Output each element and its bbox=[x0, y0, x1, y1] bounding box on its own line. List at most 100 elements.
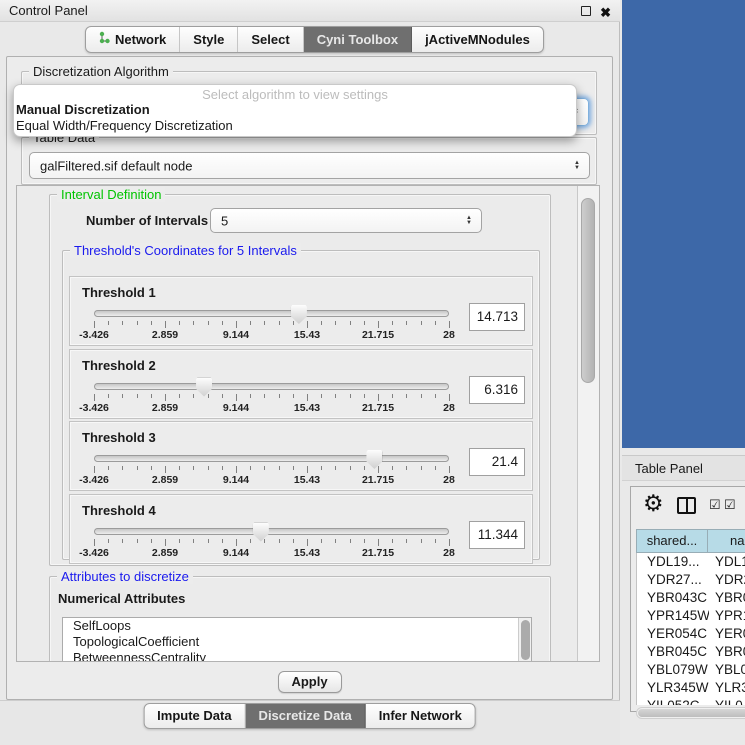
cell-name[interactable]: YIL0 bbox=[709, 697, 745, 705]
threshold-panel: Threshold 1 -3.4262.8599.14415.4321.7152… bbox=[69, 276, 533, 346]
cell-shared-name[interactable]: YIL052C bbox=[637, 697, 709, 705]
table-row[interactable]: YDR27...YDR2 bbox=[637, 571, 745, 589]
cell-shared-name[interactable]: YBR045C bbox=[637, 643, 709, 661]
tab-label: Style bbox=[193, 32, 224, 47]
columns-icon[interactable] bbox=[677, 497, 696, 514]
table-horizontal-scrollbar[interactable] bbox=[636, 707, 745, 719]
tab-jactivemnodules[interactable]: jActiveMNodules bbox=[412, 27, 543, 52]
table-header-shared[interactable]: shared... bbox=[636, 529, 708, 553]
tab-infer-network[interactable]: Infer Network bbox=[366, 704, 475, 728]
table-row[interactable]: YIL052CYIL0 bbox=[637, 697, 745, 705]
tick-label: 15.43 bbox=[294, 329, 320, 341]
threshold-slider-track[interactable] bbox=[94, 528, 449, 535]
num-intervals-combobox[interactable]: 5 ▲▼ bbox=[210, 208, 482, 233]
table-row[interactable]: YPR145WYPR1 bbox=[637, 607, 745, 625]
interval-definition-group: Interval Definition Number of Intervals … bbox=[49, 194, 551, 566]
table-panel-titlebar: Table Panel bbox=[622, 455, 745, 481]
cell-name[interactable]: YBL0 bbox=[709, 661, 745, 679]
cell-shared-name[interactable]: YPR145W bbox=[637, 607, 709, 625]
settings-scrollbar-thumb[interactable] bbox=[581, 198, 595, 383]
threshold-value-field[interactable]: 6.316 bbox=[469, 376, 525, 404]
threshold-value-field[interactable]: 21.4 bbox=[469, 448, 525, 476]
cell-shared-name[interactable]: YER054C bbox=[637, 625, 709, 643]
table-row[interactable]: YBR043CYBR0 bbox=[637, 589, 745, 607]
table-data-value: galFiltered.sif default node bbox=[40, 158, 192, 173]
table-header-name[interactable]: na bbox=[708, 529, 745, 553]
tick-label: 9.144 bbox=[223, 547, 249, 559]
tab-network[interactable]: Network bbox=[86, 27, 180, 52]
close-icon[interactable]: ✖ bbox=[600, 2, 611, 24]
table-row[interactable]: YLR345WYLR3 bbox=[637, 679, 745, 697]
cell-shared-name[interactable]: YDL19... bbox=[637, 553, 709, 571]
tab-discretize-data[interactable]: Discretize Data bbox=[246, 704, 366, 728]
threshold-value-field[interactable]: 14.713 bbox=[469, 303, 525, 331]
cell-shared-name[interactable]: YBR043C bbox=[637, 589, 709, 607]
tab-label: Infer Network bbox=[379, 708, 462, 723]
table-row[interactable]: YDL19...YDL1 bbox=[637, 553, 745, 571]
tab-label: Impute Data bbox=[157, 708, 231, 723]
algorithm-placeholder: Select algorithm to view settings bbox=[14, 87, 576, 102]
threshold-slider-track[interactable] bbox=[94, 455, 449, 462]
cell-name[interactable]: YDR2 bbox=[709, 571, 745, 589]
table-row[interactable]: YBR045CYBR0 bbox=[637, 643, 745, 661]
algorithm-option[interactable]: Equal Width/Frequency Discretization bbox=[16, 118, 233, 134]
restore-icon[interactable] bbox=[581, 6, 591, 16]
threshold-slider-ticks bbox=[94, 539, 449, 547]
numerical-attributes-list[interactable]: SelfLoopsTopologicalCoefficientBetweenne… bbox=[62, 617, 532, 662]
tick-label: 9.144 bbox=[223, 329, 249, 341]
tab-style[interactable]: Style bbox=[180, 27, 238, 52]
cell-name[interactable]: YBR0 bbox=[709, 643, 745, 661]
network-view-frame: GAL80GGAL11CGAL4GCY1HHAP2 bbox=[622, 0, 745, 448]
table-scrollbar-thumb[interactable] bbox=[638, 709, 745, 717]
cell-shared-name[interactable]: YLR345W bbox=[637, 679, 709, 697]
table-row[interactable]: YBL079WYBL0 bbox=[637, 661, 745, 679]
top-tab-bar: Network Style Select Cyni ToolboxjActiveMNo… bbox=[85, 26, 544, 53]
apply-button[interactable]: Apply bbox=[278, 671, 342, 693]
checkbox-icon[interactable]: ☑ bbox=[709, 497, 721, 513]
threshold-tick-labels: -3.4262.8599.14415.4321.71528 bbox=[94, 329, 449, 341]
cell-name[interactable]: YDL1 bbox=[709, 553, 745, 571]
algorithm-dropdown-popup: Select algorithm to view settings Manual… bbox=[13, 84, 577, 137]
tab-select[interactable]: Select bbox=[238, 27, 303, 52]
gear-icon[interactable]: ⚙ bbox=[643, 490, 664, 517]
tick-label: 15.43 bbox=[294, 547, 320, 559]
cell-name[interactable]: YBR0 bbox=[709, 589, 745, 607]
tick-label: 2.859 bbox=[152, 547, 178, 559]
algorithm-option[interactable]: Manual Discretization bbox=[16, 102, 233, 118]
attribute-item[interactable]: BetweennessCentrality bbox=[63, 650, 531, 662]
tick-label: 28 bbox=[443, 402, 455, 414]
cell-name[interactable]: YER0 bbox=[709, 625, 745, 643]
attribute-item[interactable]: TopologicalCoefficient bbox=[63, 634, 531, 650]
threshold-slider-track[interactable] bbox=[94, 383, 449, 390]
tab-cyni-toolbox[interactable]: Cyni Toolbox bbox=[304, 27, 412, 52]
discretization-algorithm-title: Discretization Algorithm bbox=[29, 64, 173, 79]
attributes-scrollbar-thumb[interactable] bbox=[521, 620, 530, 660]
tick-label: 2.859 bbox=[152, 329, 178, 341]
attributes-group-title: Attributes to discretize bbox=[57, 569, 193, 584]
cell-shared-name[interactable]: YDR27... bbox=[637, 571, 709, 589]
tick-label: 21.715 bbox=[362, 474, 394, 486]
cell-shared-name[interactable]: YBL079W bbox=[637, 661, 709, 679]
tick-label: -3.426 bbox=[79, 402, 109, 414]
combo-arrows-icon: ▲▼ bbox=[466, 216, 472, 226]
attributes-scrollbar[interactable] bbox=[518, 618, 531, 662]
threshold-panel: Threshold 4 -3.4262.8599.14415.4321.7152… bbox=[69, 494, 533, 564]
settings-vertical-scrollbar[interactable] bbox=[577, 186, 599, 661]
tab-label: Select bbox=[251, 32, 289, 47]
attribute-item[interactable]: SelfLoops bbox=[63, 618, 531, 634]
tab-impute-data[interactable]: Impute Data bbox=[144, 704, 245, 728]
control-panel-titlebar: Control Panel ✖ bbox=[0, 0, 620, 22]
threshold-value-field[interactable]: 11.344 bbox=[469, 521, 525, 549]
cell-name[interactable]: YLR3 bbox=[709, 679, 745, 697]
threshold-label: Threshold 3 bbox=[82, 430, 156, 445]
tick-label: 2.859 bbox=[152, 402, 178, 414]
network-icon bbox=[99, 31, 110, 47]
checkbox-icon[interactable]: ☑ bbox=[724, 497, 736, 513]
table-panel-title: Table Panel bbox=[635, 461, 703, 476]
table-row[interactable]: YER054CYER0 bbox=[637, 625, 745, 643]
threshold-slider-track[interactable] bbox=[94, 310, 449, 317]
table-data-combobox[interactable]: galFiltered.sif default node ▲▼ bbox=[29, 152, 590, 179]
cell-name[interactable]: YPR1 bbox=[709, 607, 745, 625]
tick-label: -3.426 bbox=[79, 547, 109, 559]
table-data-group: Table Data galFiltered.sif default node … bbox=[21, 137, 597, 185]
